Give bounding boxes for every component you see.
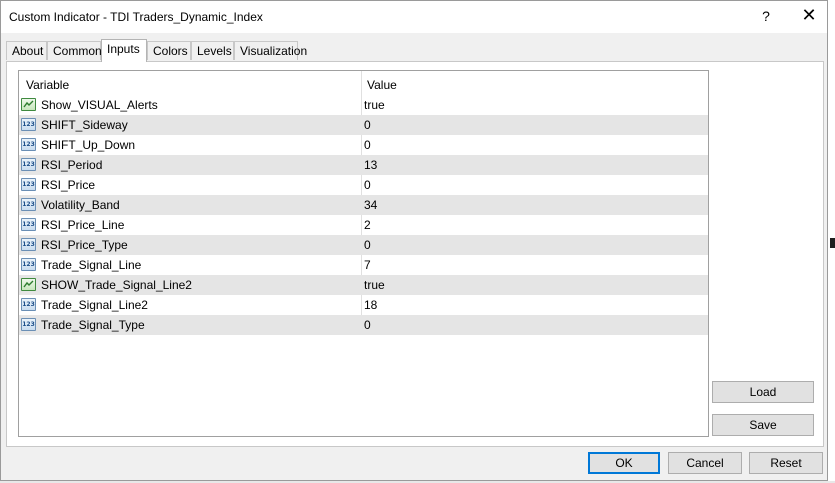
variable-name: Trade_Signal_Line2 [41,298,148,312]
table-row[interactable]: 123 RSI_Price_Type 0 [19,235,708,255]
help-button[interactable]: ? [758,8,774,24]
inputs-panel: Variable Value Show_VISUAL_Alerts true 123… [6,61,824,447]
table-row[interactable]: 123 Trade_Signal_Type 0 [19,315,708,335]
tab-levels[interactable]: Levels [191,41,234,60]
variable-name: RSI_Price_Line [41,218,125,232]
table-row[interactable]: 123 RSI_Price_Line 2 [19,215,708,235]
table-body: Show_VISUAL_Alerts true 123 SHIFT_Sideway 0 1… [19,95,708,335]
variable-name: RSI_Price_Type [41,238,128,252]
table-row[interactable]: 123 Volatility_Band 34 [19,195,708,215]
tab-visualization[interactable]: Visualization [234,41,307,60]
cancel-button[interactable]: Cancel [668,452,742,474]
variable-value[interactable]: 18 [364,298,377,312]
variable-name: SHOW_Trade_Signal_Line2 [41,278,192,292]
save-button[interactable]: Save [712,414,814,436]
variable-value[interactable]: true [364,278,385,292]
load-button[interactable]: Load [712,381,814,403]
integer-type-icon: 123 [21,298,36,311]
variable-name: Trade_Signal_Type [41,318,145,332]
table-row[interactable]: 123 SHIFT_Up_Down 0 [19,135,708,155]
background-window-strip [830,238,835,248]
variable-value[interactable]: 34 [364,198,377,212]
variable-value[interactable]: 13 [364,158,377,172]
variable-name: SHIFT_Up_Down [41,138,136,152]
tab-common[interactable]: Common [47,41,102,60]
integer-type-icon: 123 [21,258,36,271]
reset-button[interactable]: Reset [749,452,823,474]
close-button[interactable]: ✕ [799,5,819,26]
table-row[interactable]: 123 SHIFT_Sideway 0 [19,115,708,135]
boolean-type-icon [21,98,36,111]
variable-name: Show_VISUAL_Alerts [41,98,158,112]
tab-inputs[interactable]: Inputs [101,39,147,62]
table-header: Variable Value [19,71,708,95]
integer-type-icon: 123 [21,218,36,231]
variable-column-header[interactable]: Variable [26,78,69,92]
variable-name: RSI_Period [41,158,103,172]
variable-value[interactable]: 7 [364,258,371,272]
variable-name: Trade_Signal_Line [41,258,142,272]
integer-type-icon: 123 [21,158,36,171]
integer-type-icon: 123 [21,118,36,131]
variable-value[interactable]: 0 [364,138,371,152]
inputs-table: Variable Value Show_VISUAL_Alerts true 123… [18,70,709,437]
ok-button[interactable]: OK [588,452,660,474]
custom-indicator-dialog: Custom Indicator - TDI Traders_Dynamic_I… [0,0,828,481]
table-row[interactable]: 123 RSI_Price 0 [19,175,708,195]
value-column-header[interactable]: Value [367,78,397,92]
boolean-type-icon [21,278,36,291]
variable-value[interactable]: 0 [364,318,371,332]
table-row[interactable]: Show_VISUAL_Alerts true [19,95,708,115]
integer-type-icon: 123 [21,198,36,211]
table-row[interactable]: SHOW_Trade_Signal_Line2 true [19,275,708,295]
variable-value[interactable]: 2 [364,218,371,232]
variable-value[interactable]: 0 [364,238,371,252]
window-title: Custom Indicator - TDI Traders_Dynamic_I… [9,10,263,24]
table-row[interactable]: 123 RSI_Period 13 [19,155,708,175]
variable-value[interactable]: true [364,98,385,112]
integer-type-icon: 123 [21,138,36,151]
variable-value[interactable]: 0 [364,118,371,132]
integer-type-icon: 123 [21,318,36,331]
table-row[interactable]: 123 Trade_Signal_Line 7 [19,255,708,275]
background-window-edge [828,0,835,483]
tab-colors[interactable]: Colors [147,41,191,60]
variable-name: SHIFT_Sideway [41,118,128,132]
table-row[interactable]: 123 Trade_Signal_Line2 18 [19,295,708,315]
integer-type-icon: 123 [21,238,36,251]
tab-about[interactable]: About [6,41,47,60]
title-bar: Custom Indicator - TDI Traders_Dynamic_I… [1,1,827,33]
variable-value[interactable]: 0 [364,178,371,192]
integer-type-icon: 123 [21,178,36,191]
variable-name: Volatility_Band [41,198,120,212]
variable-name: RSI_Price [41,178,96,192]
